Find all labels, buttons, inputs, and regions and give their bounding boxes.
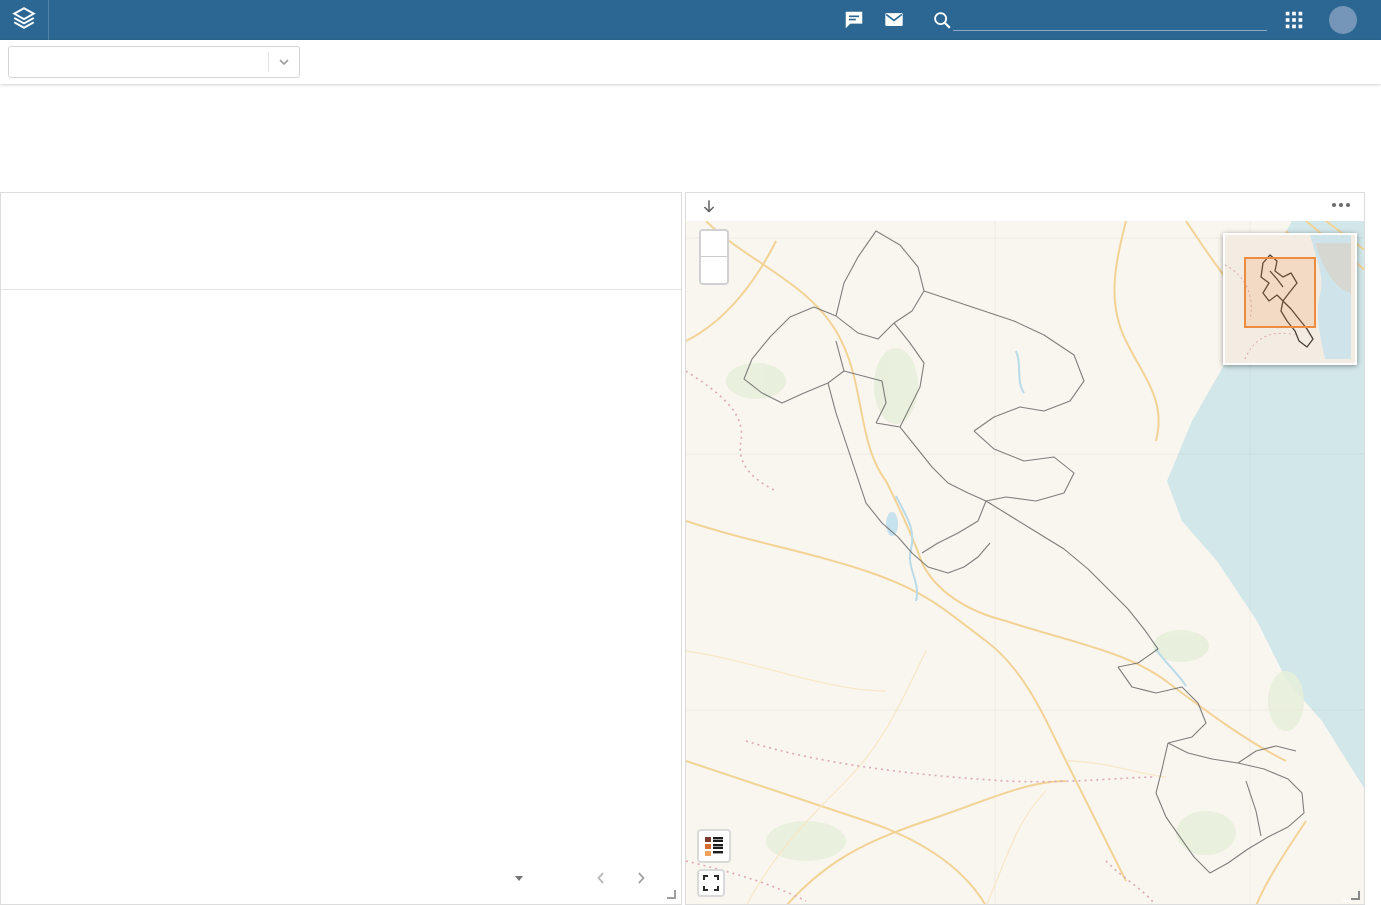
zoom-in-button[interactable]: [701, 231, 727, 257]
map-header: [686, 193, 1364, 221]
map-attribution: [1343, 900, 1351, 902]
arrow-down-icon[interactable]: [699, 197, 719, 217]
chevron-right-icon[interactable]: [629, 866, 653, 890]
chevron-left-icon[interactable]: [589, 866, 613, 890]
stat-cards-row: [2, 88, 1379, 184]
minimap-icon: [1225, 235, 1351, 359]
minimap-overview[interactable]: [1223, 233, 1357, 365]
map-zoom-control: [699, 229, 729, 285]
chevron-down-icon: [269, 54, 299, 70]
map-panel: [685, 192, 1365, 905]
layers-stack-icon: [11, 5, 37, 36]
layers-legend-button[interactable]: [697, 829, 731, 863]
cases-table-panel: [0, 192, 682, 905]
table-header: [1, 239, 682, 290]
panel-resize-handle[interactable]: [1351, 891, 1360, 900]
fullscreen-icon: [703, 875, 719, 891]
search-input[interactable]: [953, 22, 1267, 31]
table-footer: [493, 866, 653, 890]
rows-per-page-select[interactable]: [509, 876, 523, 881]
fullscreen-button[interactable]: [697, 869, 725, 897]
map-area[interactable]: [686, 221, 1364, 904]
dhis2-logo[interactable]: [0, 0, 49, 40]
caret-down-icon: [515, 876, 523, 881]
mail-icon[interactable]: [883, 9, 905, 31]
map-panel-title: [686, 193, 1364, 199]
search-icon[interactable]: [931, 9, 953, 31]
zoom-out-button[interactable]: [701, 257, 727, 283]
table-panel-title: [1, 193, 681, 201]
top-bar: [0, 0, 1381, 40]
panel-resize-handle[interactable]: [667, 890, 676, 899]
dashboard-select[interactable]: [8, 46, 300, 78]
layers-legend-icon: [703, 835, 725, 857]
chat-icon[interactable]: [843, 9, 865, 31]
avatar[interactable]: [1329, 6, 1357, 34]
apps-grid-icon[interactable]: [1283, 9, 1305, 31]
dashboard-bar: [0, 40, 1381, 84]
more-dots-icon[interactable]: [1332, 203, 1350, 207]
